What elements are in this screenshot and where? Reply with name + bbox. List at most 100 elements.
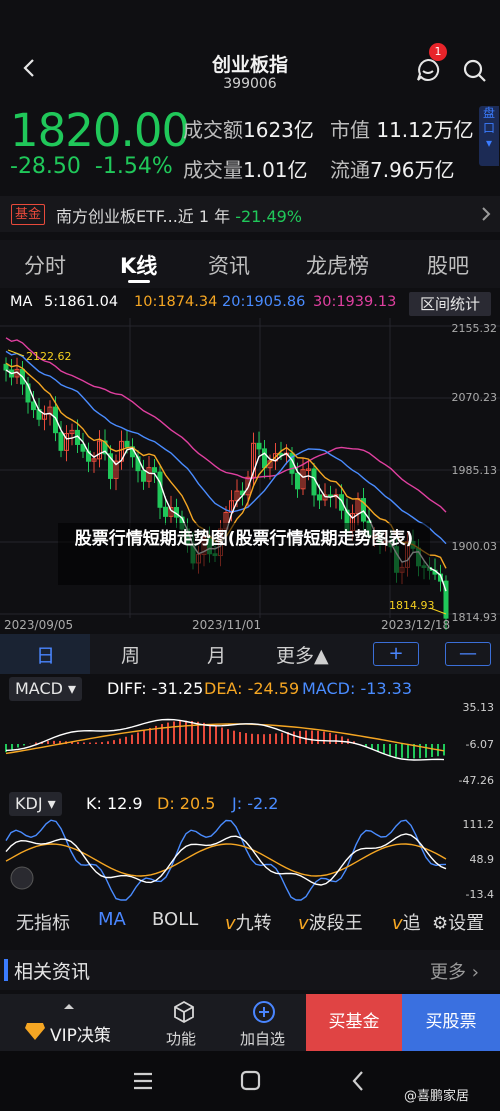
- candle-body: [124, 440, 130, 448]
- interval-stats-button[interactable]: 区间统计: [409, 292, 491, 316]
- y-tick-3: 1900.03: [452, 540, 498, 553]
- kdj-select[interactable]: KDJ ▾: [9, 792, 62, 816]
- macd-dea: DEA: -24.59: [204, 679, 300, 698]
- period-bar: 日 周 月 更多▲ + —: [0, 634, 500, 674]
- section-accent: [4, 959, 8, 981]
- high-annotation: 2122.62: [26, 350, 72, 363]
- menu-icon[interactable]: [132, 1071, 154, 1091]
- fund-tag: 基金: [11, 204, 46, 225]
- kdj-j: J: -2.2: [232, 794, 279, 813]
- candle-body: [295, 472, 300, 490]
- notification-badge: 1: [429, 43, 447, 61]
- tool-settings[interactable]: ⚙设置: [432, 909, 484, 935]
- vip-button[interactable]: VIP决策: [50, 1021, 111, 1046]
- change-percent: -1.54%: [94, 154, 173, 179]
- price-change: -28.50 -1.54%: [10, 154, 173, 179]
- low-annotation: 1814.93: [389, 599, 435, 612]
- candle-body: [256, 442, 262, 450]
- gear-icon: ⚙: [432, 913, 449, 934]
- candle-body: [157, 471, 163, 508]
- ma10-value: 10:1874.34: [134, 294, 218, 310]
- candle-body: [163, 506, 168, 517]
- candle-body: [317, 494, 322, 501]
- tab-news[interactable]: 资讯: [208, 250, 250, 280]
- zoom-out-button[interactable]: —: [445, 642, 491, 666]
- news-more-link[interactable]: 更多 ›: [430, 958, 479, 984]
- kdj-tick-2: -13.4: [466, 888, 494, 901]
- period-more[interactable]: 更多▲: [276, 641, 329, 668]
- cube-icon: [174, 1000, 194, 1024]
- add-watchlist-button[interactable]: 加自选: [240, 1028, 285, 1049]
- candle-body: [141, 470, 146, 482]
- collapse-circle-icon[interactable]: [10, 866, 34, 890]
- buy-stock-button[interactable]: 买股票: [402, 994, 500, 1051]
- related-news-header: 相关资讯 更多 ›: [0, 950, 500, 990]
- chevron-right-icon: [482, 207, 491, 221]
- kdj-chart: 111.2 48.9 -13.4: [5, 818, 494, 901]
- watermark: @喜鹏家居: [404, 1089, 470, 1104]
- ma-label: MA: [10, 294, 33, 310]
- fund-return: -21.49%: [235, 207, 302, 226]
- macd-legend: MACD ▾ DIFF: -31.25 DEA: -24.59 MACD: -1…: [0, 676, 500, 702]
- last-price: 1820.00: [10, 104, 190, 157]
- search-icon[interactable]: [462, 58, 488, 84]
- ma5-value: 5:1861.04: [44, 294, 119, 310]
- x-tick-0: 2023/09/05: [4, 618, 73, 632]
- news-title: 相关资讯: [14, 961, 91, 983]
- tab-dragon-tiger[interactable]: 龙虎榜: [306, 250, 369, 280]
- board-tab[interactable]: 盘口 ▾: [479, 106, 499, 166]
- home-icon[interactable]: [240, 1070, 262, 1092]
- kdj-d: D: 20.5: [157, 794, 216, 813]
- fund-text: 南方创业板ETF...近 1 年 -21.49%: [56, 207, 302, 226]
- macd-select[interactable]: MACD ▾: [9, 677, 83, 701]
- tool-no-indicator[interactable]: 无指标: [16, 909, 70, 935]
- app-screen: 创业板指 399006 1 1820.00 -28.50 -1.54% 成交额1…: [0, 0, 500, 1111]
- tab-kline[interactable]: K线: [120, 250, 157, 280]
- nav-back-icon[interactable]: [350, 1069, 366, 1093]
- macd-tick-0: 35.13: [463, 701, 495, 714]
- zoom-in-button[interactable]: +: [373, 642, 419, 666]
- tab-intraday[interactable]: 分时: [24, 250, 66, 280]
- bottom-action-bar: VIP决策 功能 加自选 买基金 买股票: [0, 994, 500, 1051]
- macd-diff: DIFF: -31.25: [107, 679, 204, 698]
- float-cap: 流通7.96万亿: [330, 158, 455, 182]
- tool-boll[interactable]: BOLL: [152, 909, 198, 930]
- tab-forum[interactable]: 股吧: [427, 250, 469, 280]
- candle-body: [152, 467, 157, 473]
- y-tick-1: 2070.23: [452, 391, 498, 404]
- macd-tick-2: -47.26: [459, 774, 494, 787]
- buy-fund-button[interactable]: 买基金: [306, 994, 402, 1051]
- y-tick-2: 1985.13: [452, 464, 498, 477]
- kline-chart[interactable]: 2122.62 1814.93 2155.32 2070.23 1985.13 …: [0, 318, 500, 634]
- market-cap: 市值 11.12万亿: [330, 118, 474, 142]
- period-day[interactable]: 日: [36, 641, 55, 668]
- macd-value: MACD: -13.33: [302, 679, 413, 698]
- change-value: -28.50: [10, 154, 81, 179]
- header: 创业板指 399006 1: [0, 36, 500, 100]
- indicator-toolbar: 无指标 MA BOLL v九转 v波段王 v追 ⚙设置: [0, 903, 500, 939]
- candle-body: [58, 432, 64, 451]
- tool-chase[interactable]: v追: [392, 909, 421, 935]
- chevron-up-icon: [64, 1004, 74, 1009]
- period-month[interactable]: 月: [207, 641, 226, 668]
- caption-text: 股票行情短期走势图(股票行情短期走势图表): [74, 529, 414, 549]
- x-tick-2: 2023/12/18: [381, 618, 450, 632]
- tool-ma[interactable]: MA: [98, 909, 126, 930]
- tab-bar: 分时 K线 资讯 龙虎榜 股吧: [0, 240, 500, 288]
- diamond-icon: [25, 1023, 45, 1040]
- ma-legend: MA 5:1861.04 10:1874.34 20:1905.86 30:19…: [0, 290, 500, 316]
- function-button[interactable]: 功能: [166, 1028, 196, 1049]
- ma30-value: 30:1939.13: [313, 294, 397, 310]
- active-tab-indicator: [128, 280, 150, 283]
- candle-body: [311, 468, 317, 496]
- tool-nine-turn[interactable]: v九转: [225, 909, 272, 935]
- macd-chart: 35.13 -6.07 -47.26: [5, 701, 495, 787]
- candle-body: [3, 363, 9, 371]
- tool-wave-king[interactable]: v波段王: [298, 909, 363, 935]
- fund-promo-bar[interactable]: 基金 南方创业板ETF...近 1 年 -21.49%: [0, 196, 500, 232]
- turnover: 成交额1623亿: [183, 118, 314, 142]
- macd-tick-1: -6.07: [466, 738, 494, 751]
- y-tick-4: 1814.93: [452, 611, 498, 624]
- period-week[interactable]: 周: [121, 641, 140, 668]
- candle-body: [262, 448, 267, 469]
